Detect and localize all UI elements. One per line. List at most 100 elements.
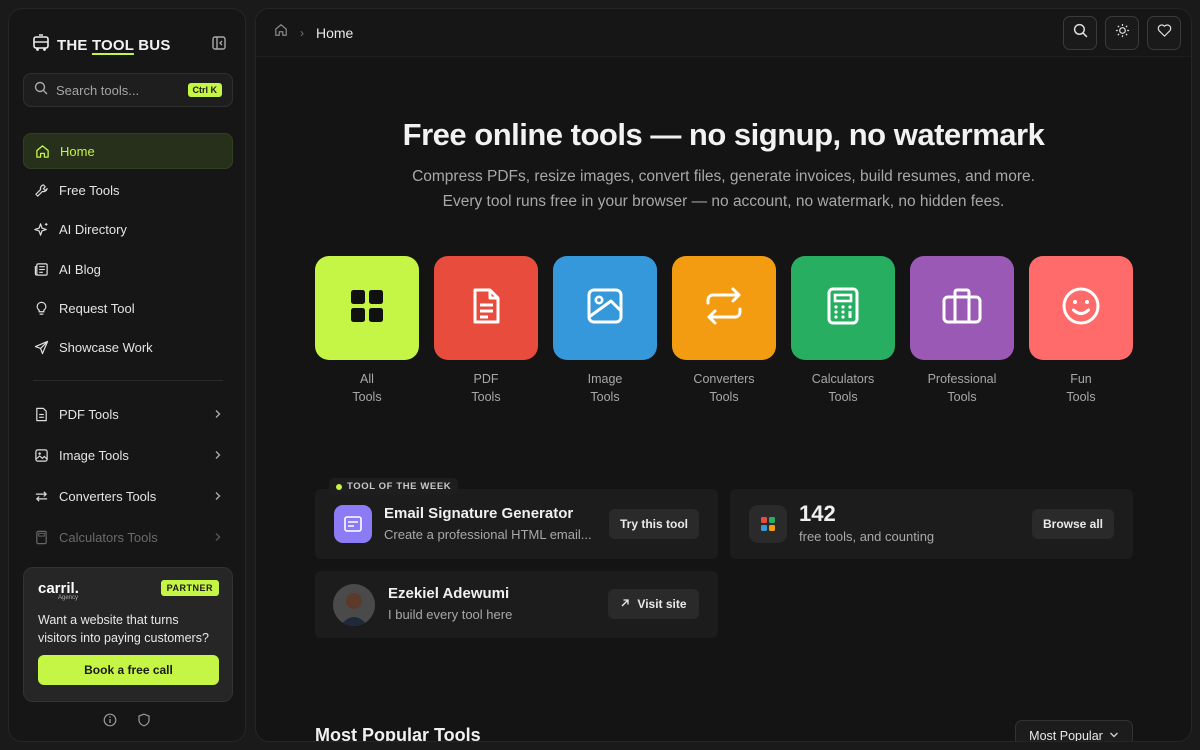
- file-icon: [467, 287, 505, 330]
- tile-icon-box[interactable]: [434, 256, 538, 360]
- category-label: Image Tools: [59, 447, 129, 463]
- favorites-button[interactable]: [1147, 16, 1181, 50]
- tool-count-card: 142 free tools, and counting Browse all: [730, 489, 1133, 559]
- bus-icon: [31, 33, 51, 58]
- swap-icon: [704, 286, 744, 331]
- badge-label: TOOL OF THE WEEK: [347, 481, 452, 492]
- home-icon[interactable]: [274, 23, 288, 42]
- newspaper-icon: [33, 261, 49, 277]
- sidebar-collapse-icon[interactable]: [211, 35, 227, 51]
- sidebar-footer: [103, 713, 151, 732]
- tile-pdf-tools[interactable]: PDF Tools: [434, 256, 538, 406]
- sort-label: Most Popular: [1029, 729, 1103, 742]
- tile-icon-box[interactable]: [910, 256, 1014, 360]
- home-icon: [34, 143, 50, 159]
- heart-icon: [1157, 23, 1172, 43]
- tile-image-tools[interactable]: Image Tools: [553, 256, 657, 406]
- nav-item-free-tools[interactable]: Free Tools: [23, 172, 233, 208]
- external-link-icon: [620, 597, 630, 611]
- nav-label: AI Blog: [59, 261, 101, 277]
- nav-label: Home: [60, 143, 95, 159]
- nav-item-ai-directory[interactable]: AI Directory: [23, 212, 233, 248]
- brand-logo[interactable]: THE TOOL BUS: [31, 33, 171, 58]
- search-icon: [1073, 23, 1088, 43]
- nav-item-showcase-work[interactable]: Showcase Work: [23, 330, 233, 366]
- chevron-down-icon: [1109, 729, 1119, 741]
- nav-item-request-tool[interactable]: Request Tool: [23, 291, 233, 327]
- tile-label: Fun Tools: [1066, 372, 1096, 404]
- tile-label: Professional Tools: [927, 372, 997, 404]
- theme-toggle-button[interactable]: [1105, 16, 1139, 50]
- category-label: Calculators Tools: [59, 530, 158, 546]
- shield-icon[interactable]: [137, 713, 151, 732]
- page-subtitle: Compress PDFs, resize images, convert fi…: [256, 164, 1191, 214]
- chevron-right-icon: [213, 448, 223, 463]
- category-label: Converters Tools: [59, 489, 157, 505]
- category-label: PDF Tools: [59, 406, 119, 422]
- grid-icon: [349, 288, 385, 329]
- briefcase-icon: [941, 287, 983, 330]
- search-placeholder: Search tools...: [56, 82, 140, 98]
- tool-description: Create a professional HTML email...: [384, 527, 592, 542]
- search-icon: [34, 81, 48, 100]
- sidebar: THE TOOL BUS Search tools... Ctrl K Home…: [8, 8, 246, 742]
- author-card: Ezekiel Adewumi I build every tool here …: [315, 571, 718, 638]
- browse-all-button[interactable]: Browse all: [1032, 509, 1114, 539]
- book-call-button[interactable]: Book a free call: [38, 655, 219, 685]
- author-tagline: I build every tool here: [388, 607, 513, 622]
- nav-label: Showcase Work: [59, 340, 153, 356]
- button-label: Visit site: [637, 597, 687, 611]
- section-title: Most Popular Tools: [315, 725, 481, 742]
- tile-label: PDF Tools: [471, 372, 501, 404]
- tool-count: 142: [799, 501, 836, 526]
- partner-card: carril. Agency PARTNER Want a website tha…: [23, 567, 233, 702]
- sidebar-item-image-tools[interactable]: Image Tools: [23, 436, 233, 474]
- search-button[interactable]: [1063, 16, 1097, 50]
- tile-converters-tools[interactable]: Converters Tools: [672, 256, 776, 406]
- search-shortcut-badge: Ctrl K: [187, 83, 222, 97]
- main-content: › Home Free online tools — no signup, no…: [255, 8, 1192, 742]
- tile-fun-tools[interactable]: Fun Tools: [1029, 256, 1133, 406]
- tile-icon-box[interactable]: [1029, 256, 1133, 360]
- tile-all-tools[interactable]: All Tools: [315, 256, 419, 406]
- chevron-right-icon: [213, 530, 223, 545]
- tile-icon-box[interactable]: [791, 256, 895, 360]
- subtitle-line: Compress PDFs, resize images, convert fi…: [412, 168, 1035, 185]
- primary-nav: Home Free Tools AI Directory AI Blog Req…: [23, 133, 233, 369]
- image-icon: [33, 447, 49, 463]
- visit-site-button[interactable]: Visit site: [608, 589, 699, 619]
- try-tool-button[interactable]: Try this tool: [609, 509, 699, 539]
- sidebar-item-pdf-tools[interactable]: PDF Tools: [23, 395, 233, 433]
- partner-badge: PARTNER: [160, 580, 219, 596]
- chevron-right-icon: ›: [300, 25, 304, 40]
- category-tiles: All Tools PDF Tools Image Tools Converters T…: [315, 256, 1133, 406]
- tile-calculators-tools[interactable]: Calculators Tools: [791, 256, 895, 406]
- swap-icon: [33, 489, 49, 505]
- tile-icon-box[interactable]: [315, 256, 419, 360]
- tool-of-week-card[interactable]: Email Signature Generator Create a profe…: [315, 489, 718, 559]
- sidebar-item-calculators-tools[interactable]: Calculators Tools: [23, 519, 233, 557]
- nav-item-home[interactable]: Home: [23, 133, 233, 169]
- send-icon: [33, 340, 49, 356]
- info-icon[interactable]: [103, 713, 117, 732]
- lightbulb-icon: [33, 301, 49, 317]
- calculator-icon: [33, 530, 49, 546]
- tile-professional-tools[interactable]: Professional Tools: [910, 256, 1014, 406]
- nav-item-ai-blog[interactable]: AI Blog: [23, 251, 233, 287]
- search-box[interactable]: Search tools... Ctrl K: [23, 73, 233, 107]
- nav-label: Request Tool: [59, 301, 135, 317]
- sidebar-item-converters-tools[interactable]: Converters Tools: [23, 478, 233, 516]
- file-icon: [33, 406, 49, 422]
- calculator-icon: [825, 287, 861, 330]
- email-signature-icon: [334, 505, 372, 543]
- nav-label: AI Directory: [59, 222, 127, 238]
- top-actions: [1063, 16, 1181, 50]
- tool-count-label: free tools, and counting: [799, 529, 935, 544]
- sort-dropdown[interactable]: Most Popular: [1015, 720, 1133, 742]
- breadcrumb-current: Home: [316, 24, 354, 41]
- tile-icon-box[interactable]: [672, 256, 776, 360]
- status-dot: [336, 483, 342, 490]
- tile-label: All Tools: [352, 372, 382, 404]
- tile-icon-box[interactable]: [553, 256, 657, 360]
- image-icon: [586, 287, 624, 330]
